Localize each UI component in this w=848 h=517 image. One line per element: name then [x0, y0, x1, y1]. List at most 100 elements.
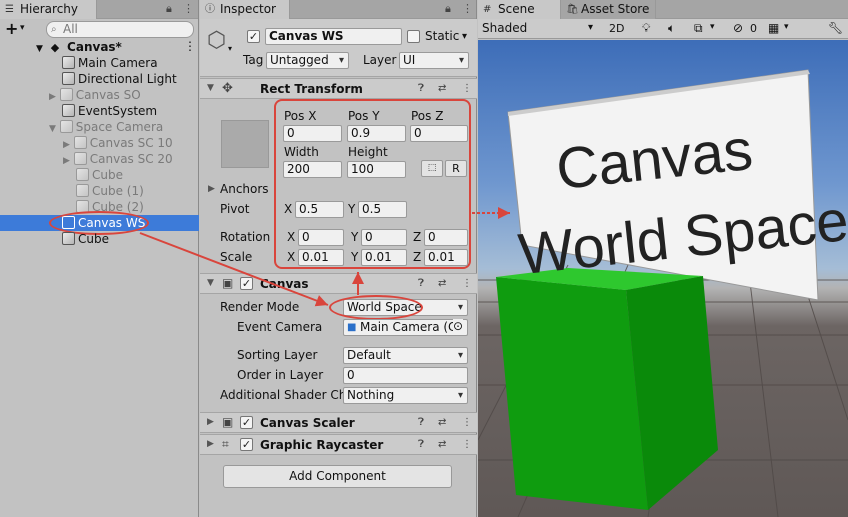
fold-arrow-icon[interactable]: ▶ — [49, 92, 56, 102]
canvas-component-icon: ▣ — [222, 276, 234, 290]
more-icon[interactable]: ⋮ — [462, 83, 472, 94]
tree-item-eventsystem[interactable]: EventSystem — [62, 103, 157, 119]
scale-y-input[interactable]: 0.01 — [361, 249, 407, 266]
lock-icon[interactable]: 🔒︎ — [166, 2, 172, 16]
effects-icon[interactable]: ⧉ — [694, 21, 703, 36]
chevron-down-icon[interactable]: ▾ — [710, 22, 715, 32]
fold-arrow-icon[interactable]: ▼ — [49, 124, 56, 134]
help-icon[interactable]: ❓︎ — [418, 417, 424, 428]
canvas-component-header[interactable]: ▼ ▣ ✓ Canvas ❓︎ ⇄ ⋮ — [200, 273, 477, 294]
tree-item-cube-root[interactable]: Cube — [62, 231, 109, 247]
scale-x-input[interactable]: 0.01 — [298, 249, 344, 266]
menu-icon[interactable]: ⋮ — [462, 2, 473, 15]
active-checkbox[interactable]: ✓ — [247, 30, 260, 43]
camera-icon: ■ — [347, 322, 357, 333]
raycaster-checkbox[interactable]: ✓ — [240, 438, 253, 451]
fold-arrow-icon[interactable]: ▼ — [207, 83, 214, 93]
raw-edit-button[interactable]: R — [445, 160, 467, 177]
object-picker-icon[interactable]: ⊙ — [453, 319, 464, 333]
grid-toggle-icon[interactable]: ▦ — [768, 21, 779, 35]
gameobject-icon — [59, 120, 73, 133]
width-input[interactable]: 200 — [283, 161, 342, 178]
gameobject-icon — [59, 88, 73, 101]
static-checkbox[interactable] — [407, 30, 420, 43]
tree-item-main-camera[interactable]: Main Camera — [62, 55, 158, 71]
event-camera-field[interactable]: ■ Main Camera (C — [343, 319, 468, 336]
fold-arrow-icon[interactable]: ▶ — [207, 439, 214, 449]
visibility-icon[interactable]: ⊘ — [733, 21, 743, 35]
canvas-enabled-checkbox[interactable]: ✓ — [240, 277, 253, 290]
anchor-preset-box[interactable] — [221, 120, 269, 168]
canvas-scaler-header[interactable]: ▶ ▣ ✓ Canvas Scaler ❓︎ ⇄ ⋮ — [200, 412, 477, 433]
fold-arrow-icon[interactable]: ▼ — [36, 44, 43, 54]
tree-item-directional-light[interactable]: Directional Light — [62, 71, 177, 87]
more-icon[interactable]: ⋮ — [462, 417, 472, 428]
shading-mode-dropdown[interactable]: Shaded — [482, 21, 527, 35]
preset-icon[interactable]: ⇄ — [438, 439, 446, 450]
tree-item-cube[interactable]: Cube — [76, 167, 123, 183]
rotation-y-input[interactable]: 0 — [361, 229, 407, 246]
fold-arrow-icon[interactable]: ▶ — [207, 417, 214, 427]
graphic-raycaster-header[interactable]: ▶ ⌗ ✓ Graphic Raycaster ❓︎ ⇄ ⋮ — [200, 434, 477, 455]
pos-y-input[interactable]: 0.9 — [347, 125, 406, 142]
rotation-x-input[interactable]: 0 — [298, 229, 344, 246]
pivot-x-input[interactable]: 0.5 — [295, 201, 344, 218]
cube-object-icon[interactable]: ⬡ — [207, 28, 226, 53]
add-button[interactable]: + — [5, 19, 18, 38]
fold-arrow-icon[interactable]: ▶ — [208, 184, 215, 194]
preset-icon[interactable]: ⇄ — [438, 417, 446, 428]
blueprint-mode-button[interactable]: ⬚ — [421, 160, 443, 177]
more-icon[interactable]: ⋮ — [462, 439, 472, 450]
rect-transform-icon: ✥ — [222, 81, 233, 96]
additional-shader-dropdown[interactable]: Nothing — [343, 387, 468, 404]
tree-item-cube-1[interactable]: Cube (1) — [76, 183, 144, 199]
tab-hierarchy[interactable]: ☰ Hierarchy — [0, 0, 97, 19]
preset-icon[interactable]: ⇄ — [438, 83, 446, 94]
help-icon[interactable]: ❓︎ — [418, 439, 424, 450]
rotation-label: Rotation — [220, 230, 271, 244]
pivot-y-input[interactable]: 0.5 — [358, 201, 407, 218]
preset-icon[interactable]: ⇄ — [438, 278, 446, 289]
tools-icon[interactable]: 🔧︎ — [828, 21, 843, 35]
lighting-icon[interactable]: 💡︎ — [642, 21, 650, 36]
scene-viewport[interactable]: Canvas World Space — [478, 40, 848, 517]
width-label: Width — [284, 145, 319, 159]
mode-2d-button[interactable]: 2D — [609, 22, 624, 35]
scene-tabbar: # Scene 🛍︎ Asset Store — [478, 0, 848, 19]
fold-arrow-icon[interactable]: ▼ — [207, 278, 214, 288]
rotation-z-input[interactable]: 0 — [424, 229, 468, 246]
sorting-layer-dropdown[interactable]: Default — [343, 347, 468, 364]
tab-inspector[interactable]: ⓘ Inspector — [200, 0, 290, 19]
tab-asset-store[interactable]: 🛍︎ Asset Store — [561, 0, 656, 19]
tab-scene[interactable]: # Scene — [478, 0, 561, 19]
help-icon[interactable]: ❓︎ — [418, 83, 424, 94]
tag-dropdown[interactable]: Untagged — [266, 52, 349, 69]
add-component-button[interactable]: Add Component — [223, 465, 452, 488]
chevron-down-icon[interactable]: ▾ — [228, 44, 232, 53]
layer-label: Layer — [363, 53, 397, 67]
canvas-scaler-checkbox[interactable]: ✓ — [240, 416, 253, 429]
lock-icon[interactable]: 🔒︎ — [445, 2, 451, 16]
more-icon[interactable]: ⋮ — [462, 278, 472, 289]
chevron-down-icon[interactable]: ▾ — [20, 23, 25, 33]
scale-z-input[interactable]: 0.01 — [424, 249, 468, 266]
chevron-down-icon[interactable]: ▾ — [784, 22, 789, 32]
order-in-layer-input[interactable]: 0 — [343, 367, 468, 384]
pos-z-input[interactable]: 0 — [410, 125, 468, 142]
fold-arrow-icon[interactable]: ▶ — [63, 156, 70, 166]
more-icon[interactable]: ⋮ — [184, 39, 196, 53]
object-name-input[interactable]: Canvas WS — [265, 28, 402, 45]
height-input[interactable]: 100 — [347, 161, 406, 178]
fold-arrow-icon[interactable]: ▶ — [63, 140, 70, 150]
search-input[interactable]: ⌕ All — [46, 21, 194, 38]
layer-dropdown[interactable]: UI — [399, 52, 469, 69]
anchors-label[interactable]: Anchors — [220, 182, 269, 197]
pos-x-input[interactable]: 0 — [283, 125, 342, 142]
rect-transform-header[interactable]: ▼ ✥ Rect Transform ❓︎ ⇄ ⋮ — [200, 78, 477, 99]
audio-icon[interactable]: 🔈︎ — [668, 21, 675, 36]
static-dropdown-icon[interactable]: ▾ — [462, 31, 467, 42]
chevron-down-icon[interactable]: ▾ — [588, 22, 593, 33]
menu-icon[interactable]: ⋮ — [183, 2, 194, 15]
help-icon[interactable]: ❓︎ — [418, 278, 424, 289]
scale-label: Scale — [220, 250, 253, 264]
